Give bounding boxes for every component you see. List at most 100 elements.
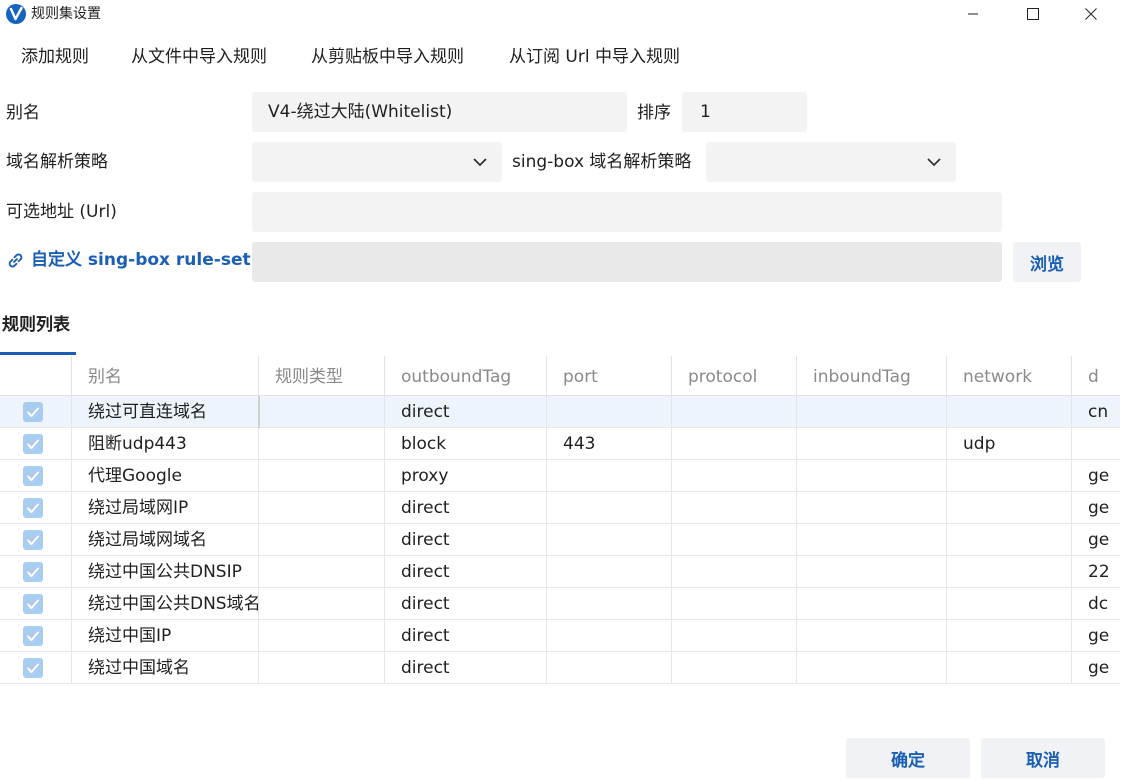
row-checkbox[interactable] (23, 434, 43, 454)
cell-inbound-tag (796, 428, 946, 460)
row-checkbox[interactable] (23, 626, 43, 646)
cell-network (946, 524, 1071, 556)
column-header-port[interactable]: port (546, 356, 671, 396)
column-header-select[interactable] (0, 356, 71, 396)
menu-import-from-file[interactable]: 从文件中导入规则 (131, 45, 267, 69)
cell-network (946, 620, 1071, 652)
cell-protocol (671, 460, 796, 492)
cell-outbound-tag: direct (384, 652, 546, 684)
cell-protocol (671, 524, 796, 556)
checkmark-icon (27, 567, 39, 577)
cell-inbound-tag (796, 556, 946, 588)
table-row[interactable]: 代理Google proxy ge (0, 460, 1120, 492)
cell-network: udp (946, 428, 1071, 460)
checkmark-icon (27, 535, 39, 545)
maximize-button[interactable] (1010, 0, 1056, 28)
cell-domain: ge (1071, 652, 1120, 684)
cell-network (946, 492, 1071, 524)
table-row[interactable]: 绕过可直连域名 direct cn (0, 396, 1120, 428)
table-row[interactable]: 绕过中国域名 direct ge (0, 652, 1120, 684)
checkmark-icon (27, 471, 39, 481)
cell-rule-type (258, 428, 384, 460)
url-input[interactable] (252, 192, 1002, 232)
tab-active-indicator (0, 352, 76, 355)
table-header: 别名 规则类型 outboundTag port protocol inboundTag n… (0, 356, 1120, 396)
cell-domain: cn (1071, 396, 1120, 428)
url-label: 可选地址 (Url) (6, 202, 117, 222)
browse-button[interactable]: 浏览 (1013, 242, 1081, 282)
cell-alias: 代理Google (71, 460, 258, 492)
column-header-protocol[interactable]: protocol (671, 356, 796, 396)
domain-strategy-select[interactable] (252, 142, 502, 182)
menu-add-rule[interactable]: 添加规则 (21, 45, 89, 69)
menu-import-from-clipboard[interactable]: 从剪贴板中导入规则 (311, 45, 464, 69)
row-checkbox[interactable] (23, 658, 43, 678)
cell-port (546, 396, 671, 428)
row-checkbox[interactable] (23, 466, 43, 486)
menu-import-from-subscription-url[interactable]: 从订阅 Url 中导入规则 (509, 45, 680, 69)
ok-button[interactable]: 确定 (846, 738, 970, 778)
singbox-strategy-value (706, 142, 738, 158)
close-button[interactable] (1068, 0, 1114, 28)
cancel-button[interactable]: 取消 (981, 738, 1105, 778)
chevron-down-icon (927, 158, 941, 167)
tab-rule-list[interactable]: 规则列表 (2, 313, 70, 337)
table-row[interactable]: 绕过中国公共DNSIP direct 22 (0, 556, 1120, 588)
cell-port (546, 556, 671, 588)
cell-rule-type (258, 524, 384, 556)
row-checkbox[interactable] (23, 594, 43, 614)
sort-input[interactable]: 1 (682, 92, 807, 132)
cell-domain: 22 (1071, 556, 1120, 588)
column-header-inbound-tag[interactable]: inboundTag (796, 356, 946, 396)
alias-label: 别名 (6, 103, 40, 123)
table-row[interactable]: 绕过局域网IP direct ge (0, 492, 1120, 524)
cell-alias: 绕过中国公共DNSIP (71, 556, 258, 588)
cell-network (946, 396, 1071, 428)
cell-alias: 绕过中国IP (71, 620, 258, 652)
ruleset-path-input[interactable] (252, 242, 1002, 282)
custom-ruleset-label: 自定义 sing-box rule-set (31, 250, 251, 270)
cell-outbound-tag: direct (384, 556, 546, 588)
cell-inbound-tag (796, 524, 946, 556)
domain-strategy-label: 域名解析策略 (6, 152, 108, 172)
column-header-network[interactable]: network (946, 356, 1071, 396)
custom-ruleset-link[interactable]: 自定义 sing-box rule-set (6, 248, 251, 272)
row-checkbox[interactable] (23, 562, 43, 582)
checkmark-icon (27, 407, 39, 417)
minimize-button[interactable] (950, 0, 996, 28)
row-checkbox[interactable] (23, 498, 43, 518)
cell-protocol (671, 652, 796, 684)
cell-port (546, 620, 671, 652)
table-row[interactable]: 绕过中国IP direct ge (0, 620, 1120, 652)
column-header-outbound-tag[interactable]: outboundTag (384, 356, 546, 396)
cell-inbound-tag (796, 492, 946, 524)
table-row[interactable]: 阻断udp443 block 443 udp (0, 428, 1120, 460)
cell-domain: dc (1071, 588, 1120, 620)
cell-outbound-tag: direct (384, 492, 546, 524)
cell-alias: 绕过局域网IP (71, 492, 258, 524)
cell-inbound-tag (796, 460, 946, 492)
cell-domain: ge (1071, 524, 1120, 556)
cell-network (946, 652, 1071, 684)
cell-protocol (671, 556, 796, 588)
row-checkbox[interactable] (23, 530, 43, 550)
checkmark-icon (27, 599, 39, 609)
cell-port (546, 492, 671, 524)
alias-input[interactable]: V4-绕过大陆(Whitelist) (252, 92, 627, 132)
cell-outbound-tag: direct (384, 524, 546, 556)
table-row[interactable]: 绕过中国公共DNS域名 direct dc (0, 588, 1120, 620)
cell-protocol (671, 620, 796, 652)
column-header-domain[interactable]: d (1071, 356, 1120, 396)
cell-alias: 绕过可直连域名 (71, 396, 258, 428)
cell-network (946, 588, 1071, 620)
cell-protocol (671, 588, 796, 620)
checkmark-icon (27, 439, 39, 449)
singbox-strategy-select[interactable] (706, 142, 956, 182)
column-header-rule-type[interactable]: 规则类型 (258, 356, 384, 396)
cell-outbound-tag: proxy (384, 460, 546, 492)
row-checkbox[interactable] (23, 402, 43, 422)
cell-port: 443 (546, 428, 671, 460)
table-row[interactable]: 绕过局域网域名 direct ge (0, 524, 1120, 556)
checkmark-icon (27, 631, 39, 641)
column-header-alias[interactable]: 别名 (71, 356, 258, 396)
